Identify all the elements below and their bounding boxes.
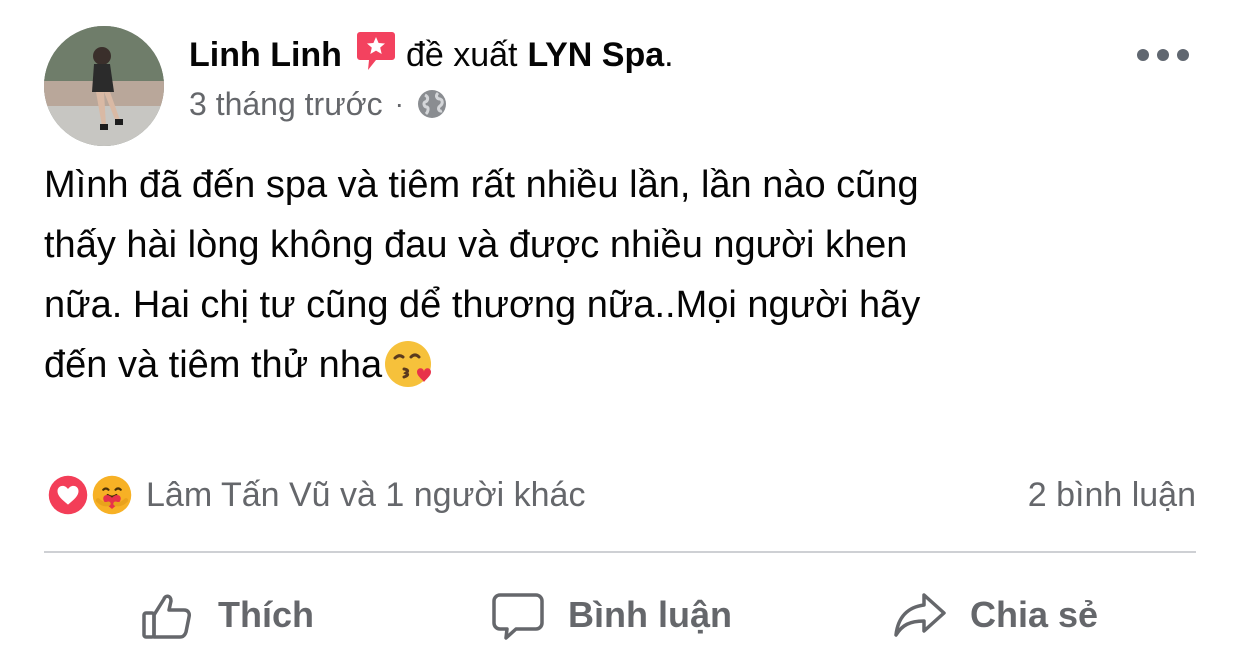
comment-button[interactable]: Bình luận	[490, 580, 732, 650]
reactions-left[interactable]: Lâm Tấn Vũ và 1 người khác	[44, 471, 585, 519]
post-text-line: Mình đã đến spa và tiêm rất nhiều lần, l…	[44, 164, 919, 206]
post-text-line: thấy hài lòng không đau và được nhiều ng…	[44, 224, 908, 266]
recommend-icon	[356, 30, 396, 72]
action-bar: Thích Bình luận Chia sẻ	[44, 580, 1196, 650]
review-post: Linh Linh đề xuất LYN Spa . 3 tháng trướ…	[0, 0, 1241, 665]
reaction-icons	[44, 471, 136, 519]
more-dot	[1177, 49, 1189, 61]
meta-separator: ·	[394, 88, 404, 119]
author-avatar[interactable]	[44, 26, 164, 146]
like-button[interactable]: Thích	[140, 580, 314, 650]
reactions-summary: Lâm Tấn Vũ và 1 người khác 2 bình luận	[44, 470, 1196, 520]
like-label: Thích	[218, 594, 314, 635]
period: .	[664, 35, 674, 74]
more-options-button[interactable]	[1137, 40, 1189, 70]
post-meta: 3 tháng trước ·	[189, 82, 448, 126]
author-line: Linh Linh đề xuất LYN Spa .	[189, 30, 674, 80]
share-arrow-icon	[894, 593, 946, 637]
face-blowing-kiss-emoji-icon	[382, 336, 436, 390]
share-label: Chia sẻ	[970, 594, 1099, 635]
more-dot	[1157, 49, 1169, 61]
comment-label: Bình luận	[568, 594, 732, 635]
share-button[interactable]: Chia sẻ	[892, 580, 1098, 650]
post-text-last-line: đến và tiêm thử nha	[44, 335, 1144, 395]
more-dot	[1137, 49, 1149, 61]
avatar-photo	[44, 26, 164, 146]
love-reaction-icon	[44, 471, 92, 519]
post-text-line: nữa. Hai chị tư cũng dể thương nữa..Mọi …	[44, 284, 921, 326]
comment-count[interactable]: 2 bình luận	[1028, 476, 1196, 515]
globe-icon[interactable]	[416, 88, 448, 120]
page-name[interactable]: LYN Spa	[527, 36, 664, 75]
post-text-line: đến và tiêm thử nha	[44, 344, 383, 386]
post-timestamp[interactable]: 3 tháng trước	[189, 86, 383, 123]
recommend-text: đề xuất	[405, 35, 518, 74]
divider	[44, 551, 1196, 553]
post-text: Mình đã đến spa và tiêm rất nhiều lần, l…	[44, 155, 1144, 395]
care-reaction-icon	[88, 471, 136, 519]
comment-bubble-icon	[492, 593, 544, 640]
thumbs-up-icon	[142, 594, 191, 639]
reaction-names[interactable]: Lâm Tấn Vũ và 1 người khác	[146, 476, 585, 515]
author-name[interactable]: Linh Linh	[189, 36, 342, 75]
